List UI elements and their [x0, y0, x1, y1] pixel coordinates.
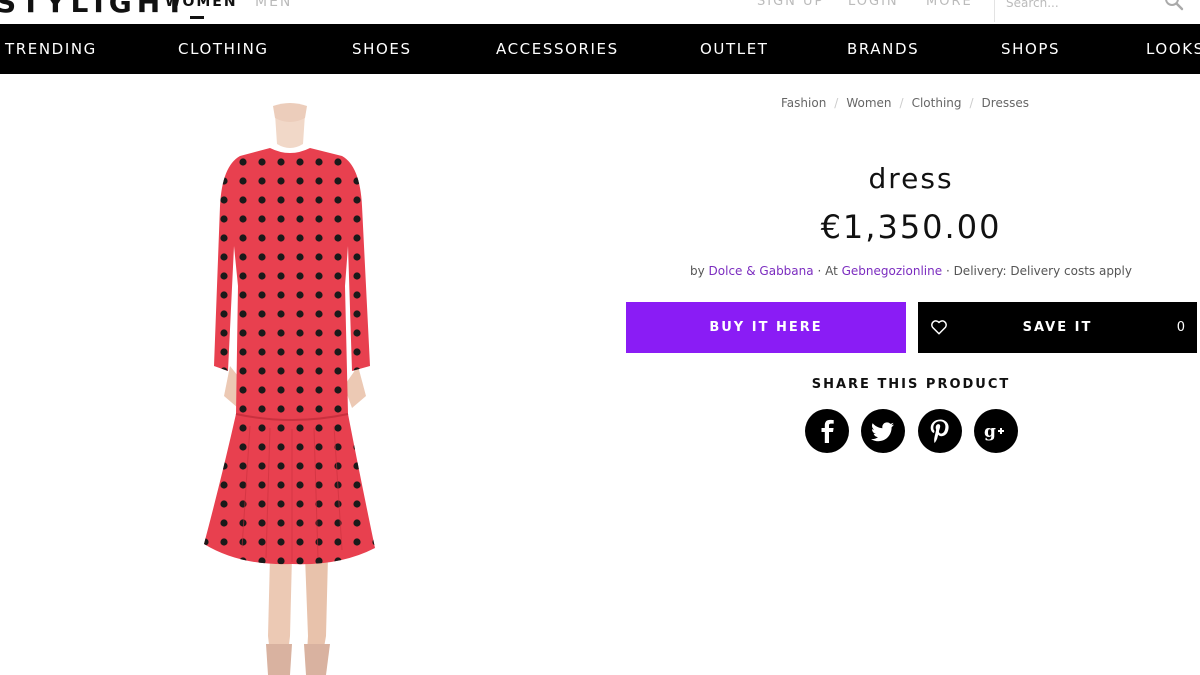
top-bar: STYLIGHT WOMEN MEN SIGN UP LOGIN MORE: [0, 0, 1200, 24]
product-image[interactable]: [120, 96, 460, 675]
pinterest-icon[interactable]: [918, 409, 962, 453]
save-it-label: SAVE IT: [1022, 320, 1093, 335]
site-logo[interactable]: STYLIGHT: [0, 0, 189, 19]
delivery-label: · Delivery:: [945, 264, 1007, 278]
delivery-value: Delivery costs apply: [1010, 264, 1132, 278]
breadcrumb-dresses[interactable]: Dresses: [982, 96, 1029, 110]
breadcrumb-women[interactable]: Women: [846, 96, 891, 110]
search-icon[interactable]: [1163, 0, 1185, 12]
breadcrumb-separator: /: [899, 96, 904, 110]
tab-women[interactable]: WOMEN: [165, 0, 238, 10]
main-navigation: TRENDING CLOTHING SHOES ACCESSORIES OUTL…: [0, 24, 1200, 74]
at-label: · At: [817, 264, 838, 278]
breadcrumb-separator: /: [834, 96, 839, 110]
svg-text:g: g: [984, 422, 996, 442]
dress-illustration: [204, 103, 375, 675]
share-title: SHARE THIS PRODUCT: [811, 377, 1011, 392]
brand-link[interactable]: Dolce & Gabbana: [709, 264, 814, 278]
active-tab-indicator: [190, 16, 204, 19]
nav-shoes[interactable]: SHOES: [352, 24, 412, 74]
tab-men[interactable]: MEN: [255, 0, 292, 10]
nav-clothing[interactable]: CLOTHING: [178, 24, 269, 74]
breadcrumb-separator: /: [969, 96, 974, 110]
nav-accessories[interactable]: ACCESSORIES: [496, 24, 619, 74]
google-plus-icon[interactable]: g: [974, 409, 1018, 453]
more-link[interactable]: MORE: [926, 0, 973, 9]
header-divider: [994, 0, 995, 22]
nav-brands[interactable]: BRANDS: [847, 24, 919, 74]
facebook-icon[interactable]: [805, 409, 849, 453]
nav-shops[interactable]: SHOPS: [1001, 24, 1060, 74]
product-meta: by Dolce & Gabbana · At Gebnegozionline …: [626, 264, 1196, 278]
shop-link[interactable]: Gebnegozionline: [842, 264, 942, 278]
nav-outlet[interactable]: OUTLET: [700, 24, 769, 74]
breadcrumb-fashion[interactable]: Fashion: [781, 96, 826, 110]
nav-trending[interactable]: TRENDING: [5, 24, 97, 74]
save-count: 0: [1176, 320, 1185, 335]
breadcrumb-clothing[interactable]: Clothing: [912, 96, 962, 110]
twitter-icon[interactable]: [861, 409, 905, 453]
product-title: dress: [868, 162, 954, 195]
login-link[interactable]: LOGIN: [848, 0, 899, 9]
sign-up-link[interactable]: SIGN UP: [757, 0, 824, 9]
save-it-button[interactable]: SAVE IT 0: [918, 302, 1197, 353]
by-label: by: [689, 264, 705, 278]
nav-looks[interactable]: LOOKS: [1146, 24, 1200, 74]
buy-it-here-button[interactable]: BUY IT HERE: [626, 302, 906, 353]
breadcrumb: Fashion / Women / Clothing / Dresses: [781, 96, 1029, 110]
search-input[interactable]: [1000, 0, 1165, 20]
product-price: €1,350.00: [820, 208, 1002, 246]
